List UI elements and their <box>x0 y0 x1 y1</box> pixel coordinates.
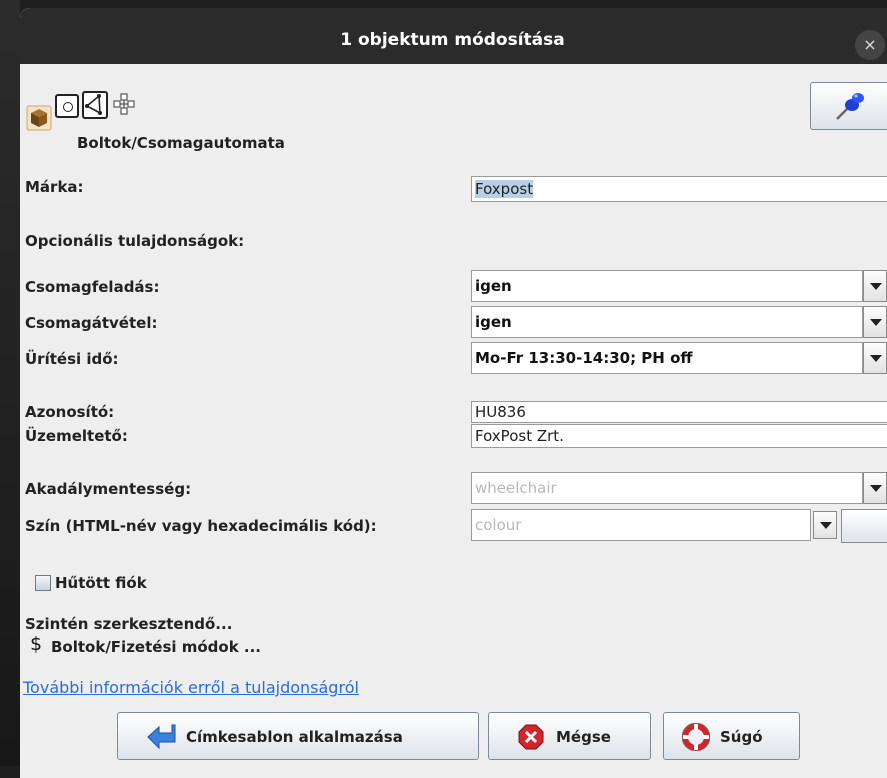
collection-times-dropdown-button[interactable] <box>863 342 887 374</box>
brand-label: Márka: <box>25 178 84 196</box>
help-button[interactable]: Súgó <box>663 712 800 760</box>
parcel-pickup-label: Csomagátvétel: <box>25 314 158 332</box>
colour-dropdown-button[interactable] <box>813 511 837 539</box>
dialog-window: 1 objektum módosítása × Boltok/Csomagaut… <box>20 8 887 778</box>
wheelchair-label: Akadálymentesség: <box>25 480 192 498</box>
desktop-background <box>0 0 20 766</box>
dollar-icon: $ <box>30 633 43 655</box>
optional-properties-heading: Opcionális tulajdonságok: <box>25 232 245 250</box>
way-type-icon <box>82 91 108 119</box>
operator-field[interactable]: FoxPost Zrt. <box>471 424 887 448</box>
parcel-send-select[interactable]: igen <box>471 270 863 302</box>
collection-times-select[interactable]: Mo-Fr 13:30-14:30; PH off <box>471 342 863 374</box>
apply-preset-button[interactable]: Címkesablon alkalmazása <box>117 712 479 760</box>
refrigerated-checkbox[interactable] <box>35 575 51 591</box>
lifebuoy-icon <box>682 723 710 751</box>
relation-type-icon <box>112 92 138 118</box>
operator-label: Üzemeltető: <box>25 427 128 445</box>
cancel-icon <box>518 724 544 750</box>
refrigerated-label: Hűtött fiók <box>55 574 147 592</box>
brand-field[interactable]: Foxpost <box>471 176 887 202</box>
wheelchair-select[interactable]: wheelchair <box>471 472 863 504</box>
preset-category: Boltok/Csomagautomata <box>77 134 285 152</box>
wheelchair-dropdown-button[interactable] <box>863 472 887 504</box>
payment-methods-link[interactable]: Boltok/Fizetési módok ... <box>51 638 261 656</box>
parcel-send-dropdown-button[interactable] <box>863 270 887 302</box>
node-type-icon <box>55 94 79 118</box>
pushpin-icon <box>836 93 864 120</box>
help-label: Súgó <box>720 728 763 746</box>
window-title: 1 objektum módosítása <box>340 30 565 50</box>
also-edit-heading: Szintén szerkesztendő... <box>25 615 233 633</box>
arrow-left-icon <box>147 724 176 749</box>
colour-label: Szín (HTML-név vagy hexadecimális kód): <box>25 517 377 535</box>
parcel-send-label: Csomagfeladás: <box>25 278 160 296</box>
more-info-link[interactable]: További információk erről a tulajdonságr… <box>23 678 359 697</box>
pin-button[interactable] <box>810 82 887 130</box>
cancel-button[interactable]: Mégse <box>488 712 651 760</box>
ref-label: Azonosító: <box>25 403 115 421</box>
apply-preset-label: Címkesablon alkalmazása <box>186 728 403 746</box>
title-bar[interactable]: 1 objektum módosítása × <box>20 8 887 64</box>
collection-times-label: Ürítési idő: <box>25 350 119 368</box>
cancel-label: Mégse <box>556 728 611 746</box>
colour-select[interactable]: colour <box>471 509 811 541</box>
parcel-pickup-dropdown-button[interactable] <box>863 306 887 338</box>
close-button[interactable]: × <box>855 30 885 60</box>
ref-field[interactable]: HU836 <box>471 401 887 423</box>
parcel-pickup-select[interactable]: igen <box>471 306 863 338</box>
colour-picker-button[interactable] <box>841 509 887 543</box>
package-icon <box>26 102 52 132</box>
close-icon: × <box>863 35 877 54</box>
